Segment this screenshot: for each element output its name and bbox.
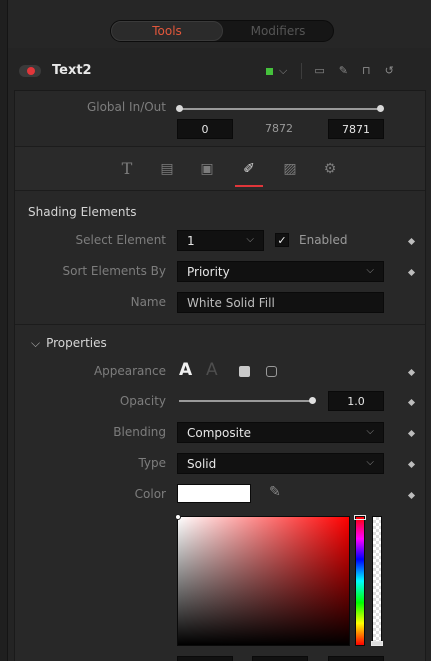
chevron-down-icon: ⌵	[31, 336, 41, 350]
separator	[301, 63, 303, 79]
lock-icon[interactable]: ⊓	[362, 62, 371, 80]
color-value-field[interactable]	[252, 656, 308, 661]
appearance-border-icon[interactable]	[266, 366, 277, 377]
tools-panel: Tools Modifiers Text2 ⌵ ▭ ✎ ⊓ ↺ Global I…	[7, 0, 431, 661]
global-in-field[interactable]: 0	[177, 119, 233, 139]
enabled-label: Enabled	[299, 233, 348, 247]
shading-icon[interactable]: ✐	[239, 159, 259, 179]
active-tab-indicator	[235, 185, 263, 187]
name-field[interactable]: White Solid Fill	[177, 292, 384, 313]
type-label: Type	[138, 456, 166, 470]
inspector-panel: Global In/Out 0 7872 7871 T ▤ ▣ ✐ ▨ ⚙ Sh…	[14, 90, 426, 661]
tab-tools[interactable]: Tools	[111, 21, 223, 41]
hue-slider[interactable]	[355, 516, 365, 646]
header-icons: ⌵ ▭ ✎ ⊓ ↺	[266, 62, 408, 80]
keyframe-diamond-icon[interactable]	[407, 368, 416, 377]
shading-section-title: Shading Elements	[28, 205, 137, 219]
range-start-handle[interactable]	[176, 105, 183, 112]
node-color-swatch[interactable]	[266, 67, 273, 75]
appearance-label: Appearance	[93, 364, 166, 378]
toggle-dot	[27, 67, 35, 75]
keyframe-diamond-icon[interactable]	[407, 237, 416, 246]
color-swatch[interactable]	[177, 484, 251, 503]
tab-switcher: Tools Modifiers	[110, 20, 334, 42]
node-title: Text2	[52, 63, 92, 78]
name-label: Name	[130, 295, 166, 309]
layout-icon[interactable]: ▤	[157, 159, 177, 179]
properties-title: Properties	[46, 336, 107, 350]
image-icon[interactable]: ▨	[280, 159, 300, 179]
settings-icon[interactable]: ⚙	[320, 159, 340, 179]
color-value-field[interactable]	[328, 656, 384, 661]
tabs-bar: Tools Modifiers	[8, 0, 431, 48]
version-icon[interactable]: ▭	[314, 62, 324, 80]
opacity-label: Opacity	[119, 394, 166, 408]
transform-icon[interactable]: ▣	[197, 159, 217, 179]
appearance-outline-icon[interactable]: A	[206, 360, 218, 380]
blending-dropdown[interactable]: Composite ⌵	[177, 422, 384, 443]
sort-elements-value: Priority	[187, 264, 230, 279]
keyframe-diamond-icon[interactable]	[407, 398, 416, 407]
select-element-label: Select Element	[75, 233, 166, 247]
type-value: Solid	[187, 456, 217, 471]
appearance-block-icon[interactable]	[239, 366, 250, 377]
blending-value: Composite	[187, 425, 252, 440]
tab-modifiers[interactable]: Modifiers	[223, 21, 333, 41]
select-element-value: 1	[187, 233, 195, 248]
chevron-down-icon[interactable]: ⌵	[279, 62, 287, 80]
color-value-field[interactable]	[177, 656, 233, 661]
reset-icon[interactable]: ↺	[385, 62, 394, 80]
pin-icon[interactable]: ✎	[339, 62, 348, 80]
properties-section-header[interactable]: ⌵ Properties	[31, 336, 107, 351]
hue-slider-handle[interactable]	[354, 515, 366, 520]
chevron-down-icon: ⌵	[366, 457, 374, 468]
keyframe-diamond-icon[interactable]	[407, 460, 416, 469]
chevron-down-icon: ⌵	[366, 426, 374, 437]
global-mid-value: 7872	[265, 122, 293, 135]
node-header: Text2 ⌵ ▭ ✎ ⊓ ↺	[8, 57, 431, 85]
enabled-checkbox[interactable]: ✓	[275, 233, 289, 247]
appearance-text-icon[interactable]: A	[179, 360, 192, 380]
type-dropdown[interactable]: Solid ⌵	[177, 453, 384, 474]
chevron-down-icon: ⌵	[246, 234, 254, 245]
sort-elements-dropdown[interactable]: Priority ⌵	[177, 261, 384, 282]
color-picker-cursor[interactable]	[175, 514, 181, 520]
keyframe-diamond-icon[interactable]	[407, 429, 416, 438]
alpha-slider-handle[interactable]	[371, 641, 383, 646]
color-picker-saturation[interactable]	[177, 516, 350, 646]
select-element-dropdown[interactable]: 1 ⌵	[177, 230, 264, 251]
opacity-field[interactable]: 1.0	[328, 391, 384, 411]
node-enable-toggle[interactable]	[19, 65, 41, 77]
chevron-down-icon: ⌵	[366, 265, 374, 276]
text-icon[interactable]: T	[117, 159, 137, 179]
opacity-slider[interactable]	[179, 400, 312, 402]
control-tabs: T ▤ ▣ ✐ ▨ ⚙	[15, 146, 425, 191]
sort-elements-label: Sort Elements By	[62, 264, 167, 278]
color-label: Color	[134, 487, 166, 501]
blending-label: Blending	[113, 425, 166, 439]
global-inout-slider[interactable]	[179, 108, 382, 110]
alpha-slider[interactable]	[372, 516, 382, 646]
divider	[15, 324, 425, 325]
opacity-slider-handle[interactable]	[309, 397, 316, 404]
range-end-handle[interactable]	[377, 105, 384, 112]
keyframe-diamond-icon[interactable]	[407, 268, 416, 277]
eyedropper-icon[interactable]: ✎	[269, 484, 281, 500]
global-inout-label: Global In/Out	[86, 100, 166, 114]
global-out-field[interactable]: 7871	[328, 119, 384, 139]
keyframe-diamond-icon[interactable]	[407, 491, 416, 500]
